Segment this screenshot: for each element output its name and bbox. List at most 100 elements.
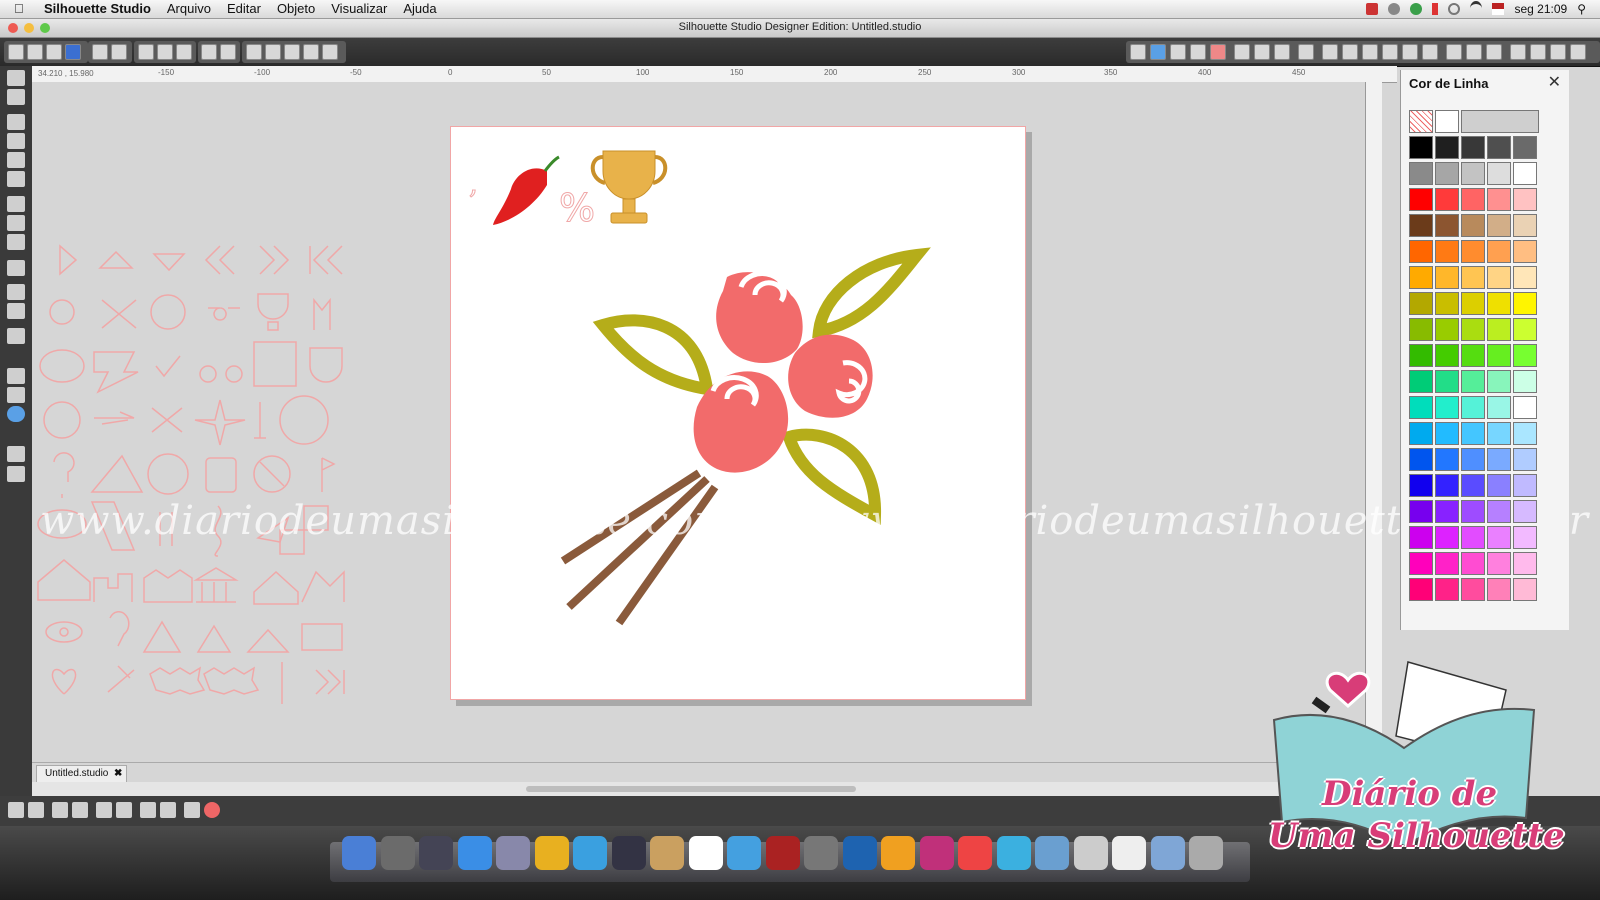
tab-close-icon[interactable]: ✖: [114, 766, 122, 782]
volume-icon[interactable]: [1388, 2, 1401, 15]
time-machine-icon[interactable]: [1448, 2, 1461, 15]
shear-icon[interactable]: [1382, 44, 1398, 60]
color-swatch[interactable]: [1435, 552, 1459, 575]
zoom-in-icon[interactable]: [246, 44, 262, 60]
color-swatch[interactable]: [1435, 526, 1459, 549]
modify-icon[interactable]: [1446, 44, 1462, 60]
horizontal-scrollbar[interactable]: [32, 782, 1365, 796]
polygon-tool-icon[interactable]: [7, 196, 25, 212]
cut-icon[interactable]: [176, 44, 192, 60]
rounded-rect-tool-icon[interactable]: [7, 152, 25, 168]
color-swatch[interactable]: [1435, 162, 1459, 185]
transform-icon[interactable]: [1322, 44, 1338, 60]
rectangle-tool-icon[interactable]: [7, 133, 25, 149]
color-swatch[interactable]: [1435, 136, 1459, 159]
clock[interactable]: seg 21:09: [1514, 2, 1567, 16]
trace-icon[interactable]: [1486, 44, 1502, 60]
ellipse-tool-icon[interactable]: [7, 171, 25, 187]
color-swatch[interactable]: [1461, 292, 1485, 315]
make-compound-icon[interactable]: [52, 802, 68, 818]
color-swatch[interactable]: [1513, 266, 1537, 289]
apple-icon[interactable]: : [14, 1, 24, 16]
color-swatch[interactable]: [1513, 318, 1537, 341]
delete-icon[interactable]: [116, 802, 132, 818]
color-swatch[interactable]: [1487, 266, 1511, 289]
release-compound-icon[interactable]: [72, 802, 88, 818]
panel-toggle-2-icon[interactable]: [7, 466, 25, 482]
color-swatch[interactable]: [1409, 396, 1433, 419]
new-file-icon[interactable]: [8, 44, 24, 60]
color-swatch[interactable]: [1513, 578, 1537, 601]
dock-app-icon[interactable]: [1035, 836, 1069, 870]
dock-app-icon[interactable]: [804, 836, 838, 870]
scale-icon[interactable]: [1362, 44, 1378, 60]
spotlight-icon[interactable]: ⚲: [1577, 2, 1586, 16]
text-style-icon[interactable]: [1298, 44, 1314, 60]
dock-app-icon[interactable]: [842, 836, 877, 870]
target-icon[interactable]: [204, 802, 220, 818]
color-swatch[interactable]: [1409, 526, 1433, 549]
fullscreen-icon[interactable]: [1550, 44, 1566, 60]
weld-icon[interactable]: [96, 802, 112, 818]
redo-icon[interactable]: [220, 44, 236, 60]
panel-close-button[interactable]: ✕: [1548, 72, 1561, 92]
line-weight-icon[interactable]: [1234, 44, 1250, 60]
color-swatch[interactable]: [1513, 474, 1537, 497]
library-icon[interactable]: [7, 368, 25, 384]
color-swatch[interactable]: [1461, 214, 1485, 237]
color-swatch[interactable]: [1409, 448, 1433, 471]
menu-visualizar[interactable]: Visualizar: [331, 1, 387, 16]
menu-ajuda[interactable]: Ajuda: [403, 1, 436, 16]
color-swatch[interactable]: [1461, 500, 1485, 523]
color-swatch[interactable]: [1435, 396, 1459, 419]
color-swatch[interactable]: [1487, 500, 1511, 523]
curve-tool-icon[interactable]: [7, 215, 25, 231]
dock-app-icon[interactable]: [573, 836, 607, 870]
color-swatch[interactable]: [1513, 240, 1537, 263]
color-swatch[interactable]: [1513, 344, 1537, 367]
color-swatch[interactable]: [1409, 500, 1433, 523]
pause-icon[interactable]: [1432, 2, 1439, 15]
color-swatch[interactable]: [1461, 396, 1485, 419]
dock-app-icon[interactable]: [457, 836, 492, 870]
color-swatch[interactable]: [1409, 370, 1433, 393]
dock-app-icon[interactable]: [881, 836, 915, 870]
point-edit-tool-icon[interactable]: [7, 89, 25, 105]
color-swatch[interactable]: [1513, 162, 1537, 185]
color-swatch[interactable]: [1513, 500, 1537, 523]
scroll-thumb[interactable]: [526, 786, 856, 792]
color-swatch[interactable]: [1513, 214, 1537, 237]
color-swatch[interactable]: [1461, 448, 1485, 471]
color-swatch[interactable]: [1513, 188, 1537, 211]
color-swatch[interactable]: [1487, 214, 1511, 237]
color-swatch[interactable]: [1409, 552, 1433, 575]
color-swatch[interactable]: [1461, 422, 1485, 445]
offset-icon[interactable]: [1466, 44, 1482, 60]
color-swatch[interactable]: [1487, 552, 1511, 575]
undo-icon[interactable]: [201, 44, 217, 60]
dock-app-icon[interactable]: [496, 836, 530, 870]
ungroup-icon[interactable]: [28, 802, 44, 818]
color-swatch[interactable]: [1461, 552, 1485, 575]
color-swatch[interactable]: [1513, 526, 1537, 549]
line-dash-icon[interactable]: [1254, 44, 1270, 60]
color-swatch[interactable]: [1409, 214, 1433, 237]
color-swatch[interactable]: [1409, 266, 1433, 289]
line-color-icon[interactable]: [1210, 44, 1226, 60]
save-library-icon[interactable]: [65, 44, 81, 60]
freehand-tool-icon[interactable]: [7, 234, 25, 250]
color-swatch[interactable]: [1435, 266, 1459, 289]
color-swatch[interactable]: [1435, 318, 1459, 341]
no-color-swatch[interactable]: [1409, 110, 1433, 133]
advanced-color-button[interactable]: [1461, 110, 1539, 133]
color-swatch[interactable]: [1409, 578, 1433, 601]
store-icon[interactable]: [7, 387, 25, 403]
color-swatch[interactable]: [1487, 578, 1511, 601]
zoom-out-icon[interactable]: [265, 44, 281, 60]
color-swatch[interactable]: [1513, 396, 1537, 419]
rotate-icon[interactable]: [1342, 44, 1358, 60]
color-swatch[interactable]: [1487, 240, 1511, 263]
color-swatch[interactable]: [1409, 136, 1433, 159]
page-setup-icon[interactable]: [1510, 44, 1526, 60]
tab-untitled[interactable]: Untitled.studio ✖: [36, 765, 128, 782]
